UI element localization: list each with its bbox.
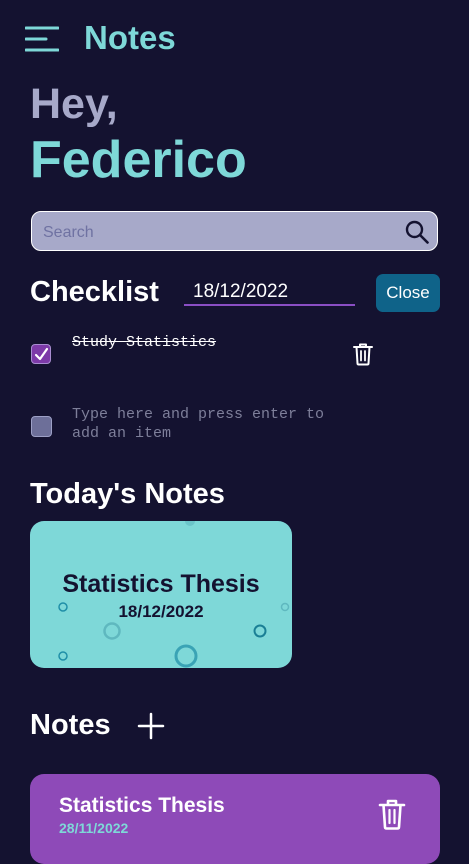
today-note-date: 18/12/2022 [118, 602, 204, 621]
checklist-item-text: Study Statistics [72, 334, 217, 351]
app-title: Notes [84, 19, 176, 56]
todays-notes-title: Today's Notes [30, 478, 225, 510]
today-note-title: Statistics Thesis [62, 570, 260, 598]
note-card[interactable]: Statistics Thesis 28/11/2022 [30, 774, 440, 864]
note-card-title: Statistics Thesis [59, 794, 225, 817]
delete-item-icon[interactable] [352, 342, 374, 366]
close-button[interactable]: Close [376, 274, 440, 312]
checklist-date-input[interactable] [184, 280, 355, 306]
today-note-card[interactable]: Statistics Thesis 18/12/2022 [30, 521, 292, 668]
search-icon[interactable] [405, 220, 429, 244]
new-item-input[interactable] [72, 405, 344, 447]
plus-icon[interactable] [137, 712, 165, 740]
checklist-title: Checklist [30, 276, 159, 308]
notes-title: Notes [30, 709, 111, 741]
search-bar [31, 211, 438, 251]
hamburger-menu-icon[interactable] [24, 26, 60, 52]
new-item-checkbox[interactable] [31, 416, 52, 437]
checklist-item-checkbox[interactable] [31, 344, 51, 364]
greeting-name: Federico [30, 131, 247, 189]
greeting-hey: Hey, [30, 80, 118, 128]
delete-note-icon[interactable] [378, 798, 406, 830]
checkmark-icon [34, 347, 49, 361]
search-input[interactable] [41, 220, 395, 246]
